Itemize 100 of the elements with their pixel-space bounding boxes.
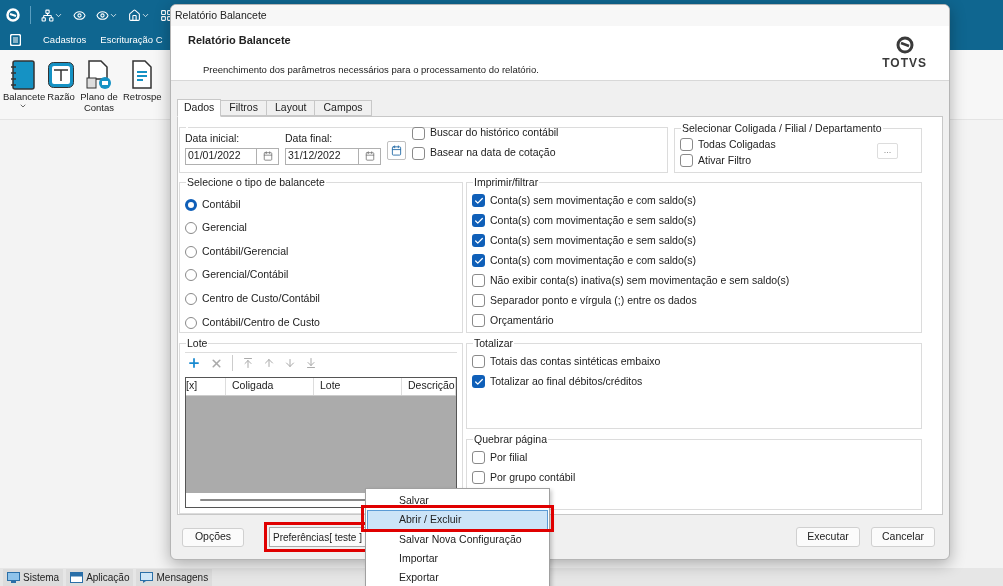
- calendar-icon[interactable]: [262, 151, 273, 162]
- radio-label: Centro de Custo/Contábil: [202, 291, 320, 307]
- checkbox[interactable]: [472, 294, 485, 308]
- header-title: Relatório Balancete: [188, 33, 292, 48]
- network-icon[interactable]: [41, 8, 63, 22]
- tab[interactable]: Dados: [177, 99, 222, 117]
- checkbox[interactable]: [472, 274, 485, 288]
- group-title: Lote: [186, 336, 209, 351]
- checkbox[interactable]: [680, 138, 693, 152]
- eye-icon[interactable]: [73, 8, 86, 22]
- checkbox-label: Por grupo contábil: [490, 469, 576, 485]
- calendar-icon[interactable]: [364, 151, 375, 162]
- checkbox[interactable]: [472, 194, 485, 208]
- column-header[interactable]: Lote: [314, 377, 402, 395]
- checkbox[interactable]: [472, 254, 485, 268]
- checkbox-label: Separador ponto e vírgula (;) entre os dados: [490, 292, 697, 308]
- browse-button[interactable]: ...: [877, 142, 898, 159]
- group-title: Totalizar: [473, 336, 515, 351]
- date-field[interactable]: 31/12/2022: [285, 147, 381, 165]
- checkbox[interactable]: [472, 355, 485, 369]
- group-title: Quebrar página: [473, 432, 548, 447]
- radio-label: Contábil: [202, 196, 241, 212]
- checkbox[interactable]: [412, 146, 425, 160]
- checkbox[interactable]: [680, 154, 693, 168]
- calendar-icon: [391, 145, 402, 156]
- menu-item[interactable]: Escrituração C: [100, 32, 163, 48]
- delete-icon[interactable]: [210, 356, 223, 370]
- ribbon-button[interactable]: Plano de Contas: [78, 59, 120, 113]
- date-field[interactable]: 01/01/2022: [185, 147, 279, 165]
- monitor-icon: [7, 572, 20, 583]
- checkbox[interactable]: [472, 314, 485, 328]
- checkbox-label: Totais das contas sintéticas embaixo: [490, 353, 661, 369]
- checkbox[interactable]: [472, 471, 485, 485]
- group-title: Selecione o tipo de balancete: [186, 175, 326, 190]
- status-tab[interactable]: Aplicação: [66, 569, 134, 586]
- radio-label: Gerencial/Contábil: [202, 267, 289, 283]
- move-top-icon[interactable]: [242, 357, 254, 370]
- tab[interactable]: Campos: [315, 100, 372, 116]
- radio-button[interactable]: [185, 222, 197, 235]
- checkbox-label: Ativar Filtro: [698, 152, 752, 168]
- checkbox[interactable]: [412, 126, 425, 140]
- move-bottom-icon[interactable]: [305, 357, 317, 370]
- preferences-button[interactable]: Preferências[ teste ]: [269, 527, 366, 547]
- menu-item[interactable]: Salvar Nova Configuração: [367, 529, 548, 550]
- checkbox[interactable]: [472, 451, 485, 465]
- column-header[interactable]: Coligada: [226, 377, 314, 395]
- radio-button[interactable]: [185, 292, 197, 305]
- radio-button[interactable]: [185, 269, 197, 282]
- column-header[interactable]: [x]: [186, 377, 226, 395]
- execute-button[interactable]: Executar: [796, 527, 860, 547]
- ribbon-button[interactable]: Balancete: [2, 59, 44, 110]
- group-title: Selecionar Coligada / Filial / Departamento: [681, 121, 883, 136]
- checkbox[interactable]: [472, 234, 485, 248]
- window-title: Relatório Balancete: [175, 7, 267, 23]
- column-header[interactable]: Descrição: [402, 377, 456, 395]
- checkbox-label: Conta(s) sem movimentação e sem saldo(s): [490, 232, 696, 248]
- home-icon[interactable]: [128, 8, 150, 22]
- calendar-button[interactable]: [387, 141, 406, 160]
- checkbox-label: Por filial: [490, 449, 528, 465]
- status-tab[interactable]: Sistema: [3, 569, 64, 586]
- menu-item[interactable]: Cadastros: [43, 32, 87, 48]
- menu-item[interactable]: Importar: [367, 549, 548, 569]
- checkbox-label: Conta(s) com movimentação e sem saldo(s): [490, 212, 696, 228]
- radio-button[interactable]: [185, 245, 197, 258]
- menu-icon[interactable]: [10, 34, 21, 46]
- radio-label: Contábil/Gerencial: [202, 243, 289, 259]
- checkbox-label: Todas Coligadas: [698, 136, 776, 152]
- menu-item[interactable]: Abrir / Excluir: [367, 510, 548, 530]
- eye-icon[interactable]: [96, 8, 118, 22]
- checkbox[interactable]: [472, 375, 485, 389]
- options-button[interactable]: Opções: [182, 527, 244, 547]
- checkbox-label: Conta(s) sem movimentação e com saldo(s): [490, 192, 696, 208]
- add-icon[interactable]: [187, 356, 201, 371]
- notebook-icon: [10, 60, 36, 90]
- message-icon: [140, 572, 154, 583]
- tab[interactable]: Layout: [266, 100, 316, 116]
- cancel-button[interactable]: Cancelar: [871, 527, 935, 547]
- checkbox-label: Não exibir conta(s) inativa(s) sem movimentação e sem saldo(s): [490, 272, 790, 288]
- ribbon-button[interactable]: Retrospe: [122, 59, 163, 102]
- ledger-icon: [47, 61, 75, 89]
- checkbox-label: Totalizar ao final débitos/créditos: [490, 373, 643, 389]
- group-title: Imprimir/filtrar: [473, 175, 540, 190]
- checkbox[interactable]: [472, 214, 485, 228]
- radio-label: Contábil/Centro de Custo: [202, 314, 320, 330]
- header-subtitle: Preenchimento dos parâmetros necessários para o processamento do relatório.: [203, 62, 539, 77]
- checkbox-label: Basear na data de cotação: [430, 145, 556, 161]
- logo-text: TOTVS: [882, 55, 927, 72]
- status-tab[interactable]: Mensagens: [136, 569, 213, 586]
- logo-icon: [895, 36, 914, 54]
- ribbon-button[interactable]: Razão: [46, 59, 76, 102]
- field-label: Data final:: [285, 131, 334, 146]
- document-icon: [85, 60, 113, 90]
- radio-button[interactable]: [185, 316, 197, 329]
- document-icon: [130, 60, 155, 90]
- window-icon: [70, 572, 84, 583]
- radio-button[interactable]: [185, 198, 197, 211]
- tab[interactable]: Filtros: [221, 100, 267, 116]
- checkbox-label: Buscar do histórico contábil: [430, 125, 559, 141]
- checkbox-label: Orçamentário: [490, 312, 554, 328]
- menu-item[interactable]: Exportar: [367, 568, 548, 586]
